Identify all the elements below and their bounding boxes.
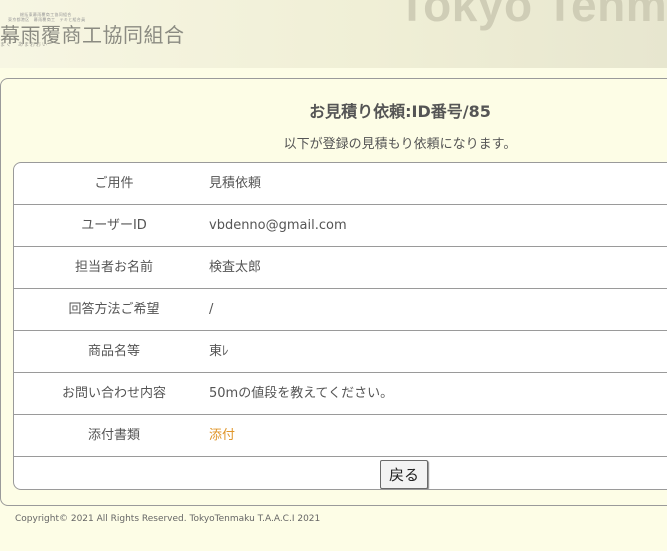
row-label: ご用件 [94,176,134,191]
attachment-link[interactable]: 添付 [209,415,235,456]
row-label: 担当者お名前 [74,260,153,275]
page-subtitle: 以下が登録の見積もり依頼になります。 [283,137,517,152]
table-row-attachment: 添付書類 添付 [14,415,667,457]
row-value: 東ﾚ [209,344,229,359]
table-row-product-name: 商品名等 東ﾚ [14,331,667,373]
row-value: 検査太郎 [209,260,262,275]
site-header: 総括東幕雨覆商工協同組合 東京都港区 幕雨覆商工 テキと組合員 幕雨覆商工協同組… [0,0,667,68]
row-value: 見積依頼 [209,176,262,191]
table-row-inquiry: お問い合わせ内容 50mの値段を教えてください。 [14,373,667,415]
row-label: 回答方法ご希望 [68,302,160,317]
back-button[interactable]: 戻る [380,460,428,489]
estimate-detail-table: ご用件 見積依頼 ユーザーID vbdenno@gmail.com 担当者お名前… [13,162,667,490]
copyright-footer: Copyright© 2021 All Rights Reserved. Tok… [15,514,321,524]
table-row-reply-method: 回答方法ご希望 / [14,289,667,331]
logo-reading: まく あまおおい [0,42,49,48]
page-title: お見積り依頼:ID番号/85 [309,102,491,121]
table-row-contact-name: 担当者お名前 検査太郎 [14,247,667,289]
row-label: ユーザーID [81,218,147,233]
row-value: / [209,302,214,317]
row-value: 50mの値段を教えてください。 [209,386,394,401]
brand-wordmark: Tokyo Tenmaku [398,0,667,31]
table-row-user-id: ユーザーID vbdenno@gmail.com [14,205,667,247]
row-label: お問い合わせ内容 [61,386,166,401]
row-label: 商品名等 [87,344,140,359]
table-row-purpose: ご用件 見積依頼 [14,163,667,205]
row-value: vbdenno@gmail.com [209,218,347,233]
row-label: 添付書類 [87,428,140,443]
